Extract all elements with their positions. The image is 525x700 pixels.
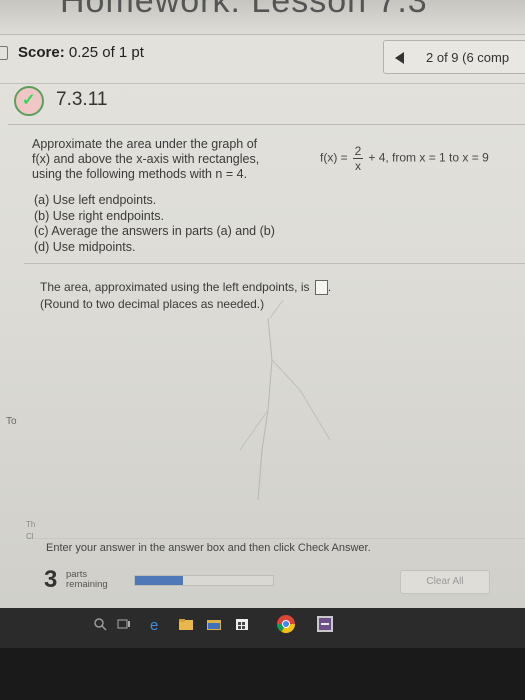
progress-fill <box>135 576 184 585</box>
function-definition: f(x) = 2 x + 4, from x = 1 to x = 9 <box>320 145 489 172</box>
parts-list: (a) Use left endpoints. (b) Use right en… <box>34 193 275 255</box>
side-text-fragment: Cl <box>26 532 34 541</box>
answer-prompt: The area, approximated using the left en… <box>40 280 332 296</box>
taskbar <box>0 608 525 648</box>
store-icon[interactable] <box>234 616 250 632</box>
chrome-icon[interactable] <box>276 614 296 634</box>
parts-remaining-count: 3 <box>44 566 58 593</box>
list-item: (d) Use midpoints. <box>34 239 136 254</box>
list-item: (a) Use left endpoints. <box>34 193 157 207</box>
collapse-edge-icon[interactable] <box>0 46 8 60</box>
score-value: 0.25 of 1 pt <box>68 44 144 61</box>
score-title: Score: <box>18 44 65 61</box>
function-fraction: 2 x <box>353 144 364 173</box>
partial-check-glyph: ✓ <box>22 92 36 109</box>
file-explorer-icon[interactable] <box>178 616 194 632</box>
answer-input[interactable] <box>314 280 328 296</box>
fraction-numerator: 2 <box>354 144 362 158</box>
divider <box>8 124 525 125</box>
previous-question-icon[interactable] <box>395 52 404 64</box>
side-text-fragment: Th <box>26 520 36 529</box>
progress-bar <box>134 575 274 586</box>
score-label: Score: 0.25 of 1 pt <box>18 44 144 61</box>
instructions-text: Enter your answer in the answer box and … <box>46 542 371 554</box>
monitor-bezel <box>0 648 525 700</box>
search-icon[interactable] <box>92 616 108 632</box>
page-title: Homework: Lesson 7.3 <box>60 0 428 20</box>
list-item: (c) Average the answers in parts (a) and… <box>34 224 275 238</box>
edge-icon[interactable]: e <box>148 616 164 632</box>
partial-credit-icon: ✓ <box>14 86 44 116</box>
prompt-line: using the following methods with n = 4. <box>32 167 248 181</box>
divider <box>24 263 525 264</box>
function-prefix: f(x) = <box>320 150 348 165</box>
svg-text:e: e <box>150 617 158 632</box>
fraction-denominator: x <box>355 159 362 173</box>
question-position[interactable]: 2 of 9 (6 comp <box>426 50 509 65</box>
task-view-icon[interactable] <box>116 616 132 632</box>
function-suffix: + 4, from x = 1 to x = 9 <box>368 150 489 165</box>
question-id: 7.3.11 <box>56 89 108 110</box>
list-item: (b) Use right endpoints. <box>34 208 164 223</box>
file-explorer-icon[interactable] <box>206 616 222 632</box>
problem-statement: Approximate the area under the graph of … <box>32 137 292 182</box>
parts-label-line: remaining <box>66 579 108 590</box>
prompt-line: f(x) and above the x-axis with rectangle… <box>32 152 260 166</box>
answer-prompt-text: The area, approximated using the left en… <box>40 280 310 294</box>
clear-all-button[interactable]: Clear All <box>400 570 490 594</box>
instructions-bar: Enter your answer in the answer box and … <box>28 538 525 558</box>
app-icon[interactable] <box>316 615 334 633</box>
rounding-note: (Round to two decimal places as needed.) <box>40 297 265 311</box>
side-text-fragment: To <box>6 416 17 427</box>
prompt-line: Approximate the area under the graph of <box>32 137 258 151</box>
parts-remaining-label: parts remaining <box>66 570 108 590</box>
